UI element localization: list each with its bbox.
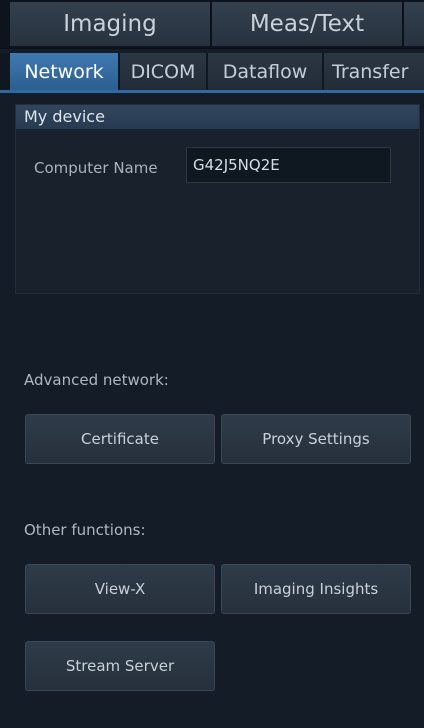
sub-tab-bar: Network DICOM Dataflow Transfer	[0, 53, 424, 93]
tab-imaging[interactable]: Imaging	[10, 2, 212, 46]
advanced-network-label: Advanced network:	[24, 371, 169, 389]
computer-name-field[interactable]: G42J5NQ2E	[186, 147, 391, 183]
tab-dicom[interactable]: DICOM	[120, 53, 206, 90]
imaging-insights-button[interactable]: Imaging Insights	[221, 564, 411, 614]
tab-network[interactable]: Network	[10, 53, 118, 90]
other-functions-label: Other functions:	[24, 521, 146, 539]
certificate-button[interactable]: Certificate	[25, 414, 215, 464]
network-settings-panel: Imaging Meas/Text Network DICOM Dataflow…	[0, 0, 424, 728]
my-device-group: My device Computer Name G42J5NQ2E	[15, 104, 420, 294]
computer-name-label: Computer Name	[34, 159, 158, 177]
top-tab-bar: Imaging Meas/Text	[0, 0, 424, 49]
my-device-title: My device	[16, 105, 419, 129]
tab-transfer[interactable]: Transfer	[324, 53, 424, 90]
tab-meas-text[interactable]: Meas/Text	[212, 2, 404, 46]
proxy-settings-button[interactable]: Proxy Settings	[221, 414, 411, 464]
view-x-button[interactable]: View-X	[25, 564, 215, 614]
tab-dataflow[interactable]: Dataflow	[208, 53, 322, 90]
tab-partial[interactable]	[404, 2, 424, 46]
stream-server-button[interactable]: Stream Server	[25, 641, 215, 691]
